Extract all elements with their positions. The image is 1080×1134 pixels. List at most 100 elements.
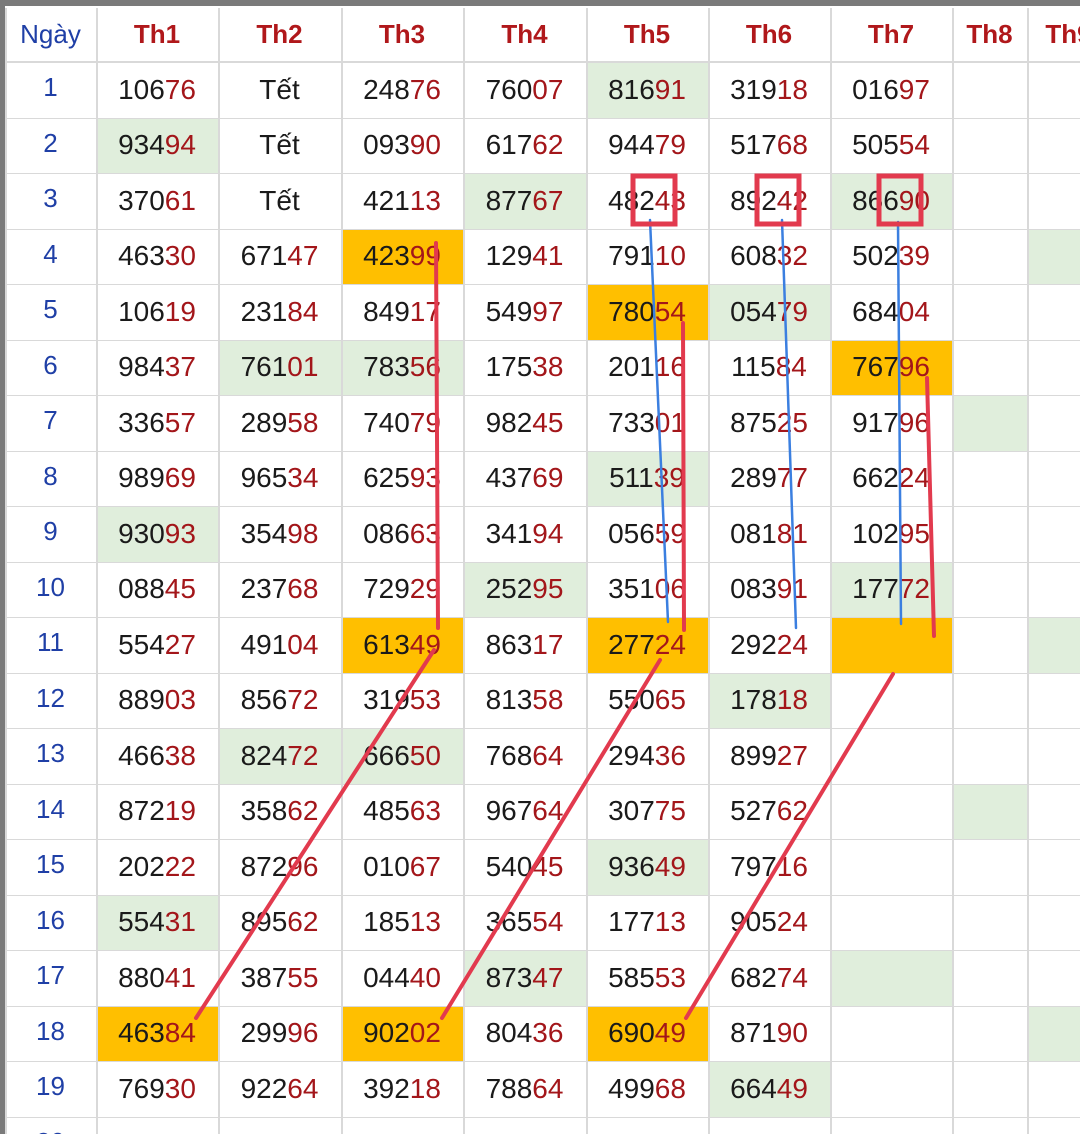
result-cell: 967 64 (463, 784, 586, 840)
result-cell: 106 76 (96, 62, 218, 118)
result-head-digits: 358 (240, 795, 288, 827)
result-head-digits: 437 (485, 462, 533, 494)
result-tail-digits: 54 (532, 906, 564, 938)
result-tail-digits: 62 (287, 906, 319, 938)
result-cell: 086 63 (341, 506, 463, 562)
result-head-digits: 729 (363, 573, 410, 605)
result-tail-digits: 98 (287, 517, 319, 549)
result-tail-digits: 01 (654, 406, 686, 438)
result-tail-digits: 58 (532, 684, 564, 716)
result-head-digits: 930 (118, 517, 165, 549)
result-head-digits: 010 (363, 850, 410, 882)
result-cell (830, 950, 952, 1006)
result-cell (830, 1061, 952, 1117)
result-cell: 056 59 (586, 506, 708, 562)
result-head-digits: 625 (363, 462, 410, 494)
result-tail-digits: 02 (409, 1017, 441, 1049)
result-cell (830, 1006, 952, 1062)
result-cell: 944 79 (586, 118, 708, 174)
result-cell: 392 18 (341, 1061, 463, 1117)
column-header-th9[interactable]: Th9 (1027, 8, 1080, 61)
result-cell: 873 47 (463, 950, 586, 1006)
result-head-digits: 354 (240, 517, 288, 549)
column-header-th4[interactable]: Th4 (463, 8, 586, 61)
result-cell: 585 53 (586, 950, 708, 1006)
result-tail-digits: 96 (287, 850, 319, 882)
result-head-digits: 922 (240, 1072, 288, 1104)
column-header-th7[interactable]: Th7 (830, 8, 952, 61)
result-cell: 463 84 (96, 1006, 218, 1062)
result-cell: 889 03 (96, 673, 218, 729)
result-cell: 804 36 (463, 1006, 586, 1062)
result-cell: 540 45 (463, 839, 586, 895)
result-head-digits: 682 (730, 961, 777, 993)
result-head-digits: 917 (852, 406, 899, 438)
result-head-digits: 767 (852, 351, 899, 383)
result-cell (341, 1117, 463, 1134)
result-cell: 202 22 (96, 839, 218, 895)
result-cell: 549 97 (463, 284, 586, 340)
result-cell: 102 95 (830, 506, 952, 562)
column-header-th5[interactable]: Th5 (586, 8, 708, 61)
result-head-digits: 554 (118, 628, 165, 660)
result-tail-digits: 77 (776, 462, 808, 494)
result-tail-digits: 84 (775, 351, 807, 383)
result-tail-digits: 68 (776, 129, 808, 161)
result-tail-digits: 39 (898, 240, 930, 272)
result-head-digits: 965 (240, 462, 288, 494)
result-tail-digits: 67 (532, 184, 564, 216)
result-cell: 387 55 (218, 950, 341, 1006)
column-header-day[interactable]: Ngày (5, 8, 96, 61)
result-cell: 608 32 (708, 229, 830, 285)
result-head-digits: 875 (730, 406, 777, 438)
result-cell: 354 98 (218, 506, 341, 562)
column-header-th3[interactable]: Th3 (341, 8, 463, 61)
result-tail-digits: 36 (654, 739, 686, 771)
result-head-digits: 175 (485, 351, 533, 383)
result-cell: 690 49 (586, 1006, 708, 1062)
result-cell (1027, 1117, 1080, 1134)
result-tail-digits: 18 (776, 73, 808, 105)
result-cell (1027, 340, 1080, 396)
result-head-digits: 106 (118, 73, 165, 105)
result-tail-digits: 93 (164, 517, 196, 549)
row-day-number: 16 (36, 904, 65, 935)
column-header-th6[interactable]: Th6 (708, 8, 830, 61)
result-head-digits: 899 (730, 739, 777, 771)
result-cell: 849 17 (341, 284, 463, 340)
result-tail-digits: 76 (409, 73, 441, 105)
result-tail-digits: 65 (654, 684, 686, 716)
result-head-digits: 319 (363, 684, 410, 716)
column-header-th1[interactable]: Th1 (96, 8, 218, 61)
column-header-th8[interactable]: Th8 (952, 8, 1027, 61)
result-cell: 813 58 (463, 673, 586, 729)
result-cell: 358 62 (218, 784, 341, 840)
result-head-digits: 016 (852, 73, 899, 105)
result-head-digits: 877 (485, 184, 533, 216)
result-tail-digits: 32 (776, 240, 808, 272)
result-tail-digits: 54 (898, 129, 930, 161)
result-tail-digits: 61 (164, 184, 196, 216)
result-head-digits: 277 (608, 628, 655, 660)
result-tail-digits: 13 (409, 184, 441, 216)
result-cell (952, 229, 1027, 285)
result-cell (952, 562, 1027, 618)
result-head-digits: 466 (118, 739, 165, 771)
result-cell: 093 90 (341, 118, 463, 174)
result-tail-digits: 75 (654, 795, 686, 827)
result-tail-digits: 54 (654, 295, 686, 327)
result-cell: 351 06 (586, 562, 708, 618)
result-cell: 299 96 (218, 1006, 341, 1062)
result-cell (952, 950, 1027, 1006)
result-cell: 485 63 (341, 784, 463, 840)
result-cell: 892 42 (708, 173, 830, 229)
result-tail-digits: 68 (654, 1072, 686, 1104)
result-head-digits: 252 (485, 573, 533, 605)
result-head-digits: 613 (363, 628, 410, 660)
row-day-number: 9 (43, 516, 58, 547)
result-tail-digits: 38 (532, 351, 564, 383)
column-header-th2[interactable]: Th2 (218, 8, 341, 61)
result-tail-digits: 96 (287, 1017, 319, 1049)
result-tail-digits: 45 (532, 850, 564, 882)
result-tail-digits: 94 (532, 517, 564, 549)
